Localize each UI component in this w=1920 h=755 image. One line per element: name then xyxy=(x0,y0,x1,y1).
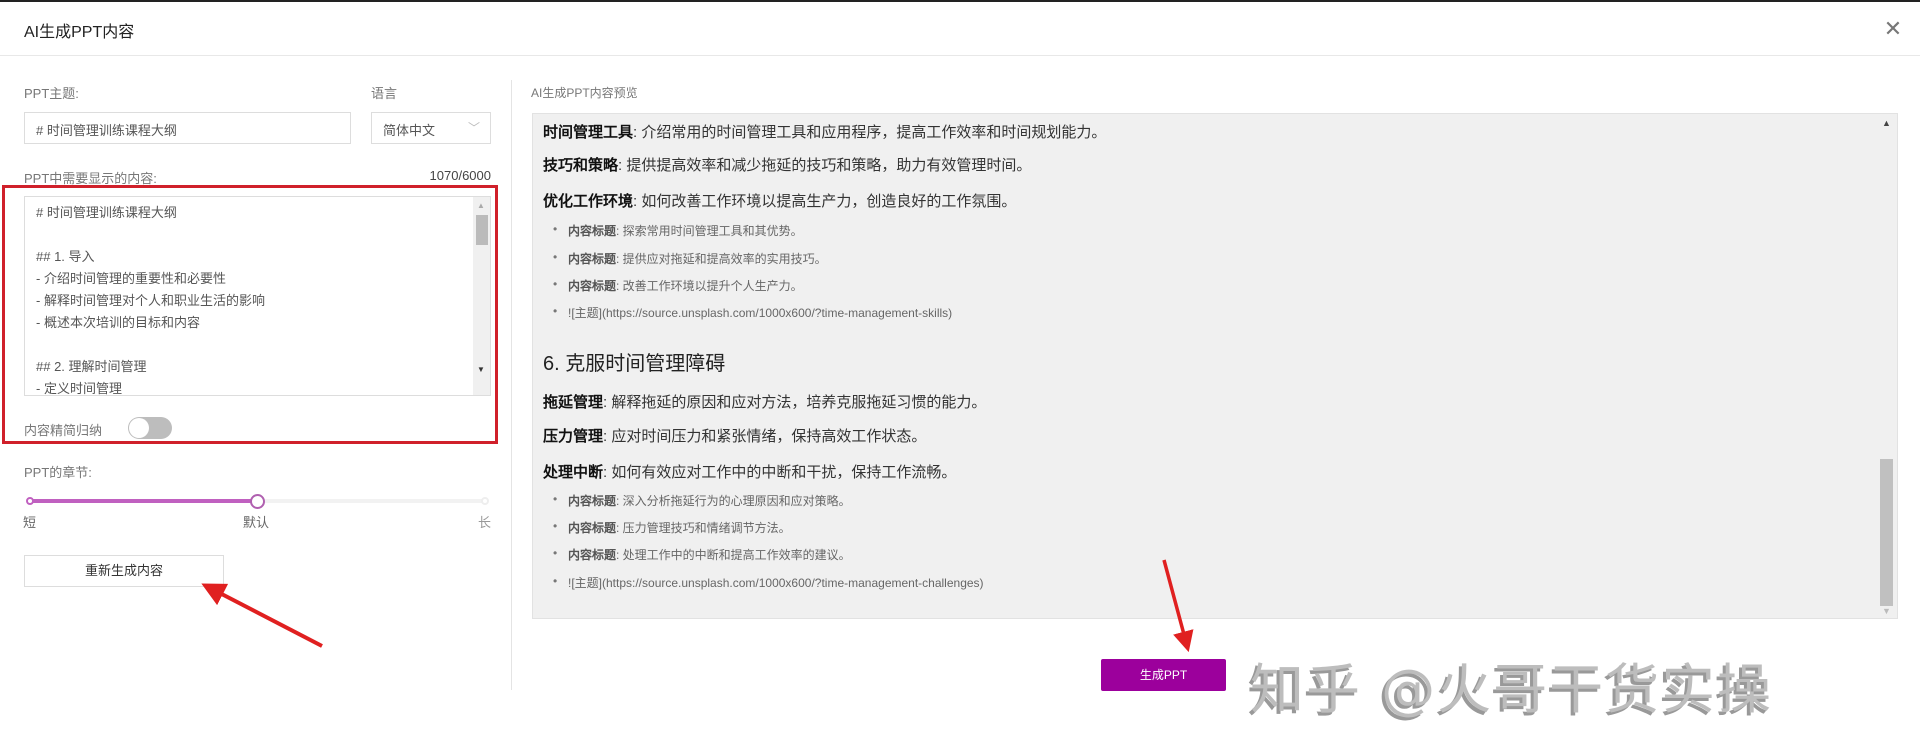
annotation-arrows xyxy=(201,559,1194,653)
arrow-to-regenerate xyxy=(201,583,323,648)
arrow-to-generate xyxy=(1162,559,1194,653)
